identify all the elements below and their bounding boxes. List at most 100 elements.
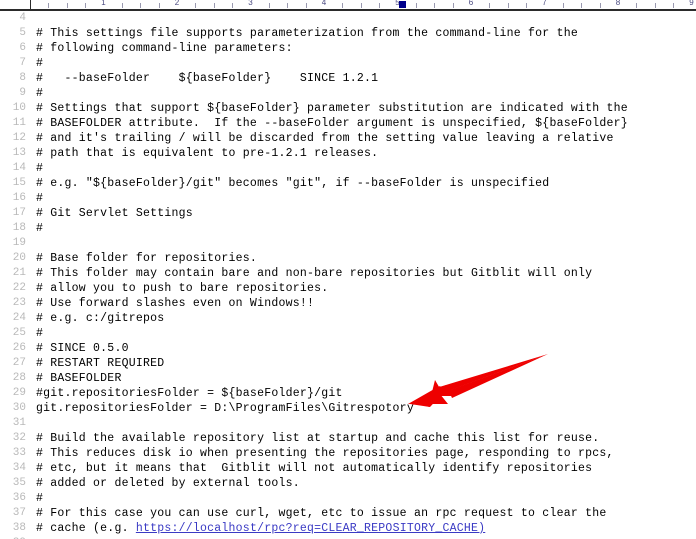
- code-line[interactable]: 22 # allow you to push to bare repositori…: [0, 281, 696, 296]
- ruler-number: 9: [689, 0, 694, 7]
- code-line-text[interactable]: # following command-line parameters:: [36, 41, 293, 56]
- ruler-tick: [305, 3, 307, 8]
- code-line[interactable]: 30 git.repositoriesFolder = D:\ProgramFil…: [0, 401, 696, 416]
- code-line-text[interactable]: #: [36, 56, 43, 71]
- ruler-tick: [268, 3, 270, 8]
- ruler-tick: [287, 3, 289, 8]
- code-editor-area[interactable]: 4 5 # This settings file supports paramete…: [0, 11, 696, 539]
- ruler-number: 8: [615, 0, 621, 7]
- code-line[interactable]: 28 # BASEFOLDER: [0, 371, 696, 386]
- code-line[interactable]: 25 #: [0, 326, 696, 341]
- code-line[interactable]: 23 # Use forward slashes even on Windows!…: [0, 296, 696, 311]
- code-line[interactable]: 35 # added or deleted by external tools.: [0, 476, 696, 491]
- line-number: 12: [12, 132, 26, 144]
- code-line-text[interactable]: # allow you to push to bare repositories…: [36, 281, 328, 296]
- code-line-text[interactable]: #: [36, 191, 43, 206]
- code-line[interactable]: 10 # Settings that support ${baseFolder} …: [0, 101, 696, 116]
- code-line-text[interactable]: # e.g. c:/gitrepos: [36, 311, 164, 326]
- line-number: 5: [19, 27, 26, 39]
- ruler-tick: [636, 3, 638, 8]
- ruler-tick: [213, 3, 215, 8]
- code-line[interactable]: 8 # --baseFolder ${baseFolder} SINCE 1.2.…: [0, 71, 696, 86]
- code-line-text[interactable]: # Build the available repository list at…: [36, 431, 599, 446]
- code-line[interactable]: 31: [0, 416, 696, 431]
- code-line[interactable]: 29 #git.repositoriesFolder = ${baseFolder…: [0, 386, 696, 401]
- line-number: 24: [12, 312, 26, 324]
- code-line[interactable]: 5 # This settings file supports parameter…: [0, 26, 696, 41]
- code-line[interactable]: 19: [0, 236, 696, 251]
- code-line-text[interactable]: # Git Servlet Settings: [36, 206, 193, 221]
- code-line-text[interactable]: # SINCE 0.5.0: [36, 341, 129, 356]
- ruler-tick: [121, 3, 123, 8]
- code-line-text[interactable]: # --baseFolder ${baseFolder} SINCE 1.2.1: [36, 71, 378, 86]
- line-number: 34: [12, 462, 26, 474]
- code-line[interactable]: 21 # This folder may contain bare and non…: [0, 266, 696, 281]
- tab-stop-marker[interactable]: [399, 1, 406, 8]
- code-line[interactable]: 13 # path that is equivalent to pre-1.2.1…: [0, 146, 696, 161]
- code-line[interactable]: 26 # SINCE 0.5.0: [0, 341, 696, 356]
- line-number: 33: [12, 447, 26, 459]
- code-line-text[interactable]: #git.repositoriesFolder = ${baseFolder}/…: [36, 386, 343, 401]
- line-number: 26: [12, 342, 26, 354]
- code-line[interactable]: 38 # cache (e.g. https://localhost/rpc?re…: [0, 521, 696, 536]
- ruler-margin-divider: [30, 0, 31, 9]
- code-line[interactable]: 36 #: [0, 491, 696, 506]
- code-line[interactable]: 34 # etc, but it means that Gitblit will …: [0, 461, 696, 476]
- code-line-text[interactable]: #: [36, 491, 43, 506]
- hyperlink[interactable]: https://localhost/rpc?req=CLEAR_REPOSITO…: [136, 522, 485, 535]
- code-line[interactable]: 7 #: [0, 56, 696, 71]
- ruler-tick: [415, 3, 417, 8]
- line-number: 22: [12, 282, 26, 294]
- line-number: 28: [12, 372, 26, 384]
- ruler-tick: [581, 3, 583, 8]
- code-line-text[interactable]: # For this case you can use curl, wget, …: [36, 506, 607, 521]
- code-line-text[interactable]: # path that is equivalent to pre-1.2.1 r…: [36, 146, 378, 161]
- code-line-text[interactable]: # Settings that support ${baseFolder} pa…: [36, 101, 628, 116]
- code-line[interactable]: 14 #: [0, 161, 696, 176]
- code-line-text[interactable]: # e.g. "${baseFolder}/git" becomes "git"…: [36, 176, 549, 191]
- code-line-text[interactable]: # RESTART REQUIRED: [36, 356, 164, 371]
- code-line-text[interactable]: #: [36, 86, 43, 101]
- ruler-number: 4: [321, 0, 327, 7]
- code-line-text[interactable]: # Use forward slashes even on Windows!!: [36, 296, 314, 311]
- code-line[interactable]: 20 # Base folder for repositories.: [0, 251, 696, 266]
- code-line-text[interactable]: # This reduces disk io when presenting t…: [36, 446, 614, 461]
- line-number: 30: [12, 402, 26, 414]
- code-line-text[interactable]: #: [36, 326, 43, 341]
- code-line-text[interactable]: # cache (e.g. https://localhost/rpc?req=…: [36, 521, 485, 536]
- ruler-tick: [452, 3, 454, 8]
- code-line[interactable]: 17 # Git Servlet Settings: [0, 206, 696, 221]
- code-line-text[interactable]: #: [36, 161, 43, 176]
- code-line[interactable]: 27 # RESTART REQUIRED: [0, 356, 696, 371]
- horizontal-ruler[interactable]: 123456789: [0, 0, 696, 11]
- code-line[interactable]: 37 # For this case you can use curl, wget…: [0, 506, 696, 521]
- text-editor-window: 123456789 4 5 # This settings file support…: [0, 0, 696, 539]
- code-line[interactable]: 33 # This reduces disk io when presenting…: [0, 446, 696, 461]
- code-line[interactable]: 32 # Build the available repository list …: [0, 431, 696, 446]
- code-line[interactable]: 11 # BASEFOLDER attribute. If the --baseF…: [0, 116, 696, 131]
- code-line-text[interactable]: git.repositoriesFolder = D:\ProgramFiles…: [36, 401, 414, 416]
- code-line[interactable]: 4: [0, 11, 696, 26]
- code-line-text[interactable]: #: [36, 221, 43, 236]
- line-number: 9: [19, 87, 26, 99]
- ruler-tick: [654, 3, 656, 8]
- code-line[interactable]: 12 # and it's trailing / will be discarde…: [0, 131, 696, 146]
- code-line[interactable]: 15 # e.g. "${baseFolder}/git" becomes "gi…: [0, 176, 696, 191]
- ruler-tick: [195, 3, 197, 8]
- code-line-text[interactable]: # This folder may contain bare and non-b…: [36, 266, 592, 281]
- code-line-text[interactable]: # and it's trailing / will be discarded …: [36, 131, 614, 146]
- code-line-text[interactable]: # This settings file supports parameteri…: [36, 26, 578, 41]
- code-line[interactable]: 24 # e.g. c:/gitrepos: [0, 311, 696, 326]
- code-line-text[interactable]: # Base folder for repositories.: [36, 251, 257, 266]
- code-line[interactable]: 9 #: [0, 86, 696, 101]
- code-line-text[interactable]: # BASEFOLDER attribute. If the --baseFol…: [36, 116, 628, 131]
- code-line[interactable]: 16 #: [0, 191, 696, 206]
- code-line[interactable]: 6 # following command-line parameters:: [0, 41, 696, 56]
- ruler-tick: [562, 3, 564, 8]
- line-number: 15: [12, 177, 26, 189]
- code-line[interactable]: 18 #: [0, 221, 696, 236]
- line-number: 35: [12, 477, 26, 489]
- code-line-text[interactable]: # BASEFOLDER: [36, 371, 122, 386]
- code-line-text[interactable]: # added or deleted by external tools.: [36, 476, 300, 491]
- code-line-text[interactable]: # etc, but it means that Gitblit will no…: [36, 461, 592, 476]
